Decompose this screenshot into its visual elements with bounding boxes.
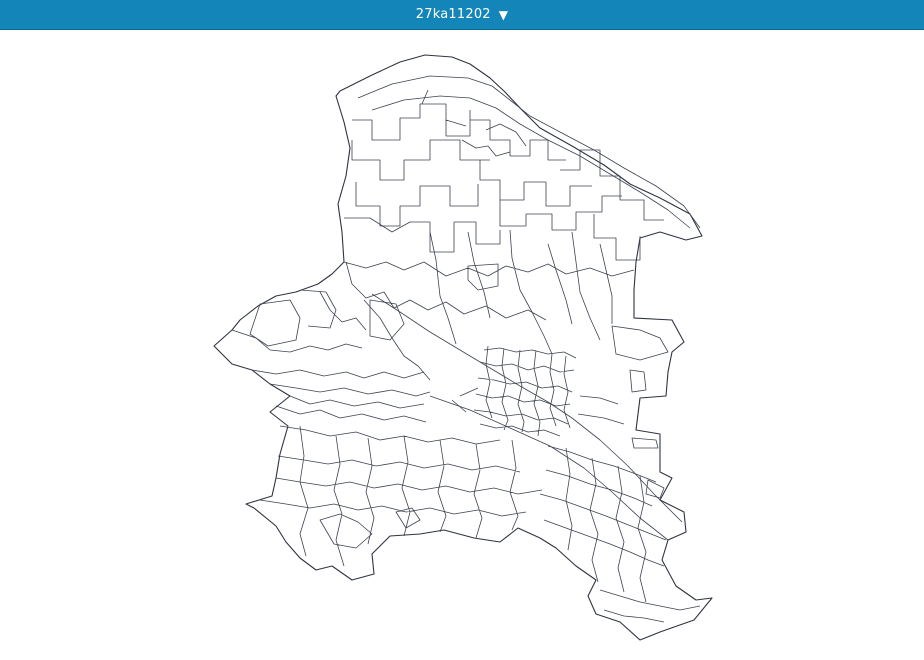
region-outline xyxy=(213,54,713,641)
area-selector[interactable]: 27ka11202 ▼ xyxy=(416,7,508,22)
map-area[interactable] xyxy=(0,31,924,660)
area-code-label: 27ka11202 xyxy=(415,7,491,22)
district-boundaries-central xyxy=(249,217,635,355)
header-bar: 27ka11202 ▼ xyxy=(0,0,924,30)
rail-band xyxy=(371,293,683,541)
district-boundaries-southwest xyxy=(259,425,543,567)
district-boundaries-west xyxy=(231,291,431,423)
triangle-down-icon: ▼ xyxy=(498,7,509,22)
district-boundaries-center-grid xyxy=(451,345,625,437)
river-band xyxy=(357,75,701,229)
boundary-map[interactable] xyxy=(0,31,924,660)
